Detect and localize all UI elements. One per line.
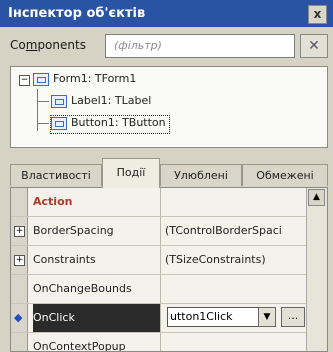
property-name: OnContextPopup <box>33 333 161 351</box>
inspector-tabs: Властивості Події Улюблені Обмежені <box>10 158 328 188</box>
property-value[interactable] <box>165 275 305 303</box>
onclick-handler-input[interactable]: utton1Click <box>167 307 259 327</box>
property-name: BorderSpacing <box>33 217 161 245</box>
components-tree: − Form1: TForm1 Label1: TLabel Button1: … <box>10 66 328 148</box>
collapse-icon[interactable]: − <box>19 75 30 86</box>
tree-connector <box>37 123 49 124</box>
property-name: OnClick <box>33 304 161 332</box>
tab-events[interactable]: Події <box>102 158 160 188</box>
events-grid: Action + BorderSpacing (TControlBorderSp… <box>10 187 328 352</box>
components-filter-input[interactable]: (фільтр) <box>105 34 295 58</box>
scroll-up-icon[interactable]: ▲ <box>308 189 325 206</box>
expand-icon[interactable]: + <box>14 226 25 237</box>
filter-clear-icon[interactable]: ✕ <box>300 34 328 58</box>
grid-row-oncontextpopup[interactable]: OnContextPopup <box>11 333 327 351</box>
grid-row-onchangebounds[interactable]: OnChangeBounds <box>11 275 327 304</box>
object-inspector-window: Інспектор об'єктів x Components (фільтр)… <box>0 0 333 352</box>
grid-row-constraints[interactable]: + Constraints (TSizeConstraints) <box>11 246 327 275</box>
tree-item-form1[interactable]: Form1: TForm1 <box>53 72 136 85</box>
grid-row-onclick[interactable]: ◆ OnClick utton1Click ▼ ... <box>11 304 327 333</box>
property-name: Constraints <box>33 246 161 274</box>
tree-item-button1[interactable]: Button1: TButton <box>71 116 166 129</box>
window-title: Інспектор об'єктів <box>8 6 146 21</box>
property-value[interactable] <box>165 333 305 351</box>
tab-restricted[interactable]: Обмежені <box>242 164 328 186</box>
property-value[interactable]: (TSizeConstraints) <box>165 246 305 274</box>
label-icon <box>51 95 67 108</box>
tree-connector <box>37 89 38 131</box>
components-label: Components <box>10 38 86 52</box>
ellipsis-button[interactable]: ... <box>281 307 305 327</box>
button-icon <box>51 117 67 130</box>
close-icon[interactable]: x <box>308 5 327 24</box>
expand-icon[interactable]: + <box>14 255 25 266</box>
property-value[interactable]: (TControlBorderSpaci <box>165 217 305 245</box>
tree-connector <box>37 101 49 102</box>
property-name: Action <box>33 188 161 216</box>
tab-favorites[interactable]: Улюблені <box>160 164 242 186</box>
current-row-icon: ◆ <box>14 311 23 324</box>
grid-row-action[interactable]: Action <box>11 188 327 217</box>
tree-item-label1[interactable]: Label1: TLabel <box>71 94 151 107</box>
dropdown-arrow-icon[interactable]: ▼ <box>258 307 276 327</box>
tab-properties[interactable]: Властивості <box>10 164 102 186</box>
property-value[interactable] <box>165 188 305 216</box>
form-icon <box>33 73 49 86</box>
title-bar: Інспектор об'єктів x <box>0 0 333 27</box>
grid-row-borderspacing[interactable]: + BorderSpacing (TControlBorderSpaci <box>11 217 327 246</box>
vertical-scrollbar[interactable]: ▲ <box>306 188 327 351</box>
property-name: OnChangeBounds <box>33 275 161 303</box>
